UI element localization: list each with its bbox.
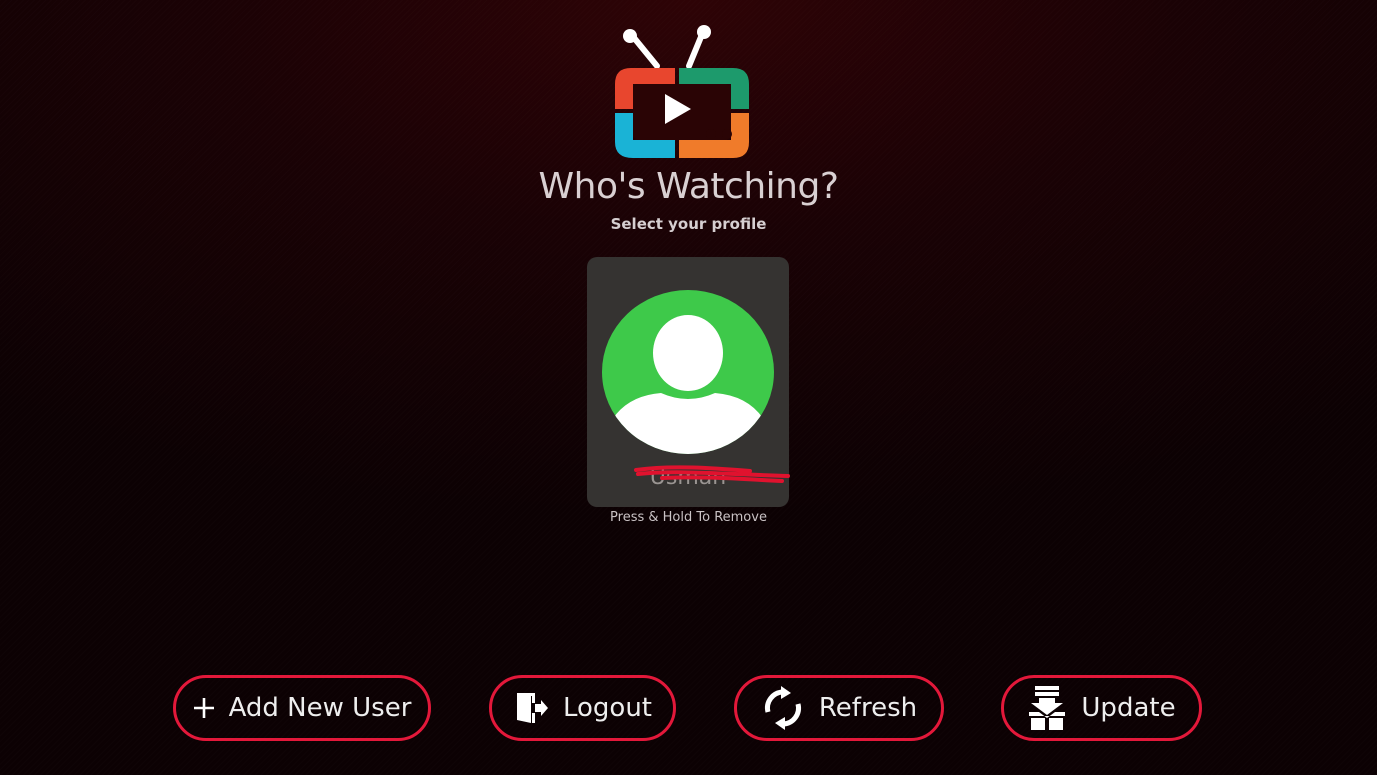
- add-new-user-label: Add New User: [228, 693, 412, 723]
- refresh-button[interactable]: Refresh: [734, 675, 944, 741]
- redaction-scribble: [634, 465, 790, 483]
- add-new-user-button[interactable]: Add New User: [173, 675, 431, 741]
- download-update-icon: [1027, 686, 1067, 730]
- page-subtitle: Select your profile: [610, 215, 767, 233]
- logout-door-icon: [513, 690, 549, 726]
- plus-icon: [193, 697, 215, 719]
- update-button[interactable]: Update: [1001, 675, 1202, 741]
- update-label: Update: [1081, 693, 1176, 723]
- page-title: Who's Watching?: [538, 166, 839, 207]
- refresh-label: Refresh: [818, 693, 918, 723]
- profile-card[interactable]: Usman: [587, 257, 790, 507]
- logout-button[interactable]: Logout: [489, 675, 676, 741]
- user-avatar-icon: [602, 290, 774, 454]
- remove-hint: Press & Hold To Remove: [610, 510, 767, 525]
- logout-label: Logout: [562, 693, 653, 723]
- tv-play-logo-icon: [615, 25, 749, 158]
- refresh-icon: [761, 686, 805, 730]
